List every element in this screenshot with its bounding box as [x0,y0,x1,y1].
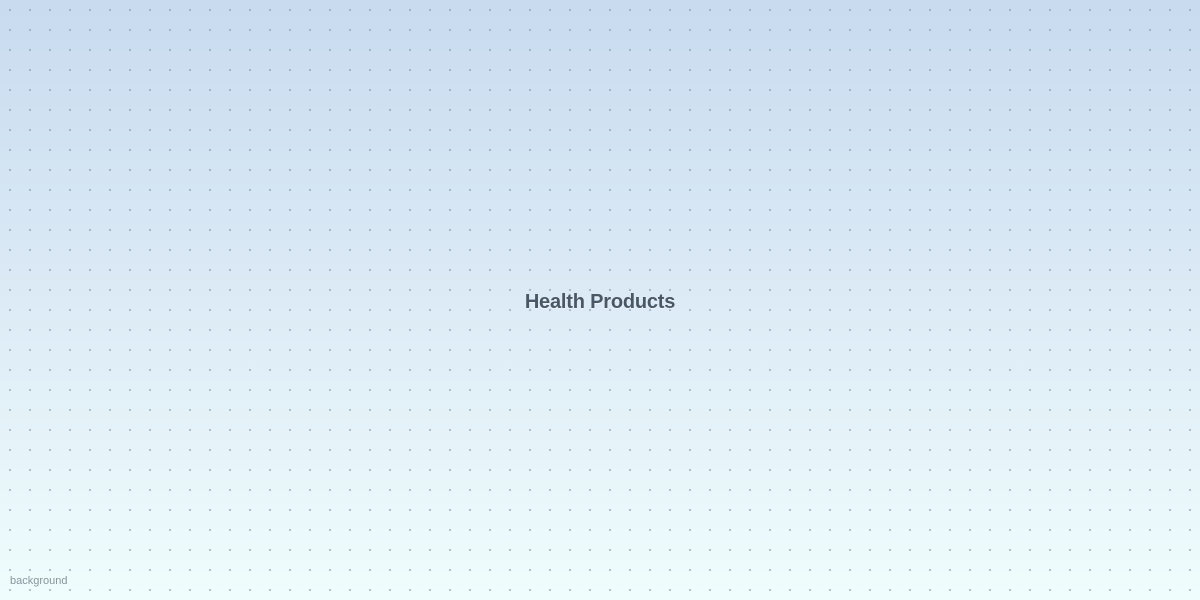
background-canvas: Health Products background [0,0,1200,600]
background-label: background [10,575,68,587]
page-title: Health Products [524,291,676,313]
